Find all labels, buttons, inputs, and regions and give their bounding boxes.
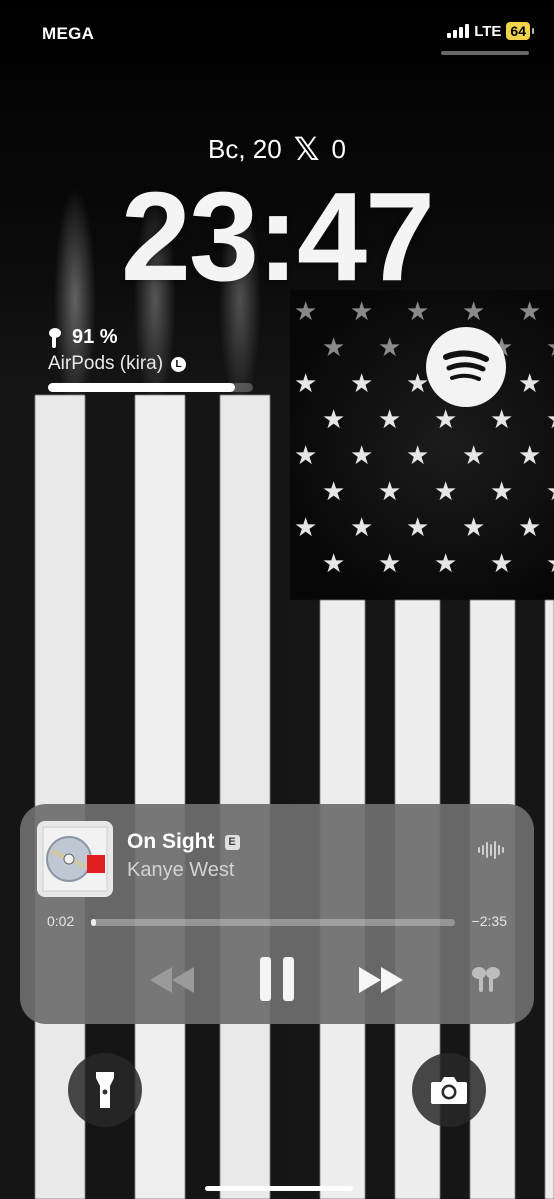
- song-title-row: On Sight E: [127, 830, 240, 854]
- flag-star: ★: [546, 334, 554, 360]
- playback-progress-fill: [91, 919, 96, 926]
- flag-star: ★: [406, 512, 430, 542]
- elapsed-time: 0:02: [47, 913, 75, 929]
- flag-star: ★: [490, 404, 514, 434]
- date-label: Вс, 20: [208, 133, 282, 164]
- pause-icon: [260, 957, 294, 1001]
- artist-name: Kanye West: [127, 859, 235, 881]
- network-type: LTE: [474, 22, 502, 40]
- flag-star: ★: [350, 512, 374, 542]
- fast-forward-button[interactable]: [354, 962, 408, 998]
- fast-forward-icon: [359, 967, 403, 993]
- flag-star: ★: [434, 476, 458, 506]
- battery-level: 64: [506, 22, 534, 40]
- flag-star: ★: [462, 512, 486, 542]
- airpods-battery-percent: 91 %: [72, 326, 118, 348]
- flag-star: ★: [322, 332, 346, 362]
- left-earbud-badge: L: [171, 356, 187, 372]
- control-center-grabber[interactable]: [441, 51, 529, 55]
- flag-star: ★: [322, 404, 346, 434]
- audio-output-button[interactable]: [466, 962, 506, 998]
- lock-screen-clock: 23:47: [120, 166, 435, 307]
- flag-star: ★: [378, 404, 402, 434]
- date-row: Вс, 20 𝕏 0: [0, 130, 554, 168]
- flag-star: ★: [294, 368, 318, 398]
- flag-star: ★: [546, 406, 554, 432]
- waveform-icon[interactable]: [478, 841, 504, 859]
- flag-star: ★: [490, 476, 514, 506]
- home-indicator[interactable]: [205, 1186, 353, 1191]
- flag-star: ★: [378, 548, 402, 578]
- flag-star: ★: [518, 440, 542, 470]
- pause-button[interactable]: [252, 954, 302, 1004]
- flag-star: ★: [546, 478, 554, 504]
- flag-canton: ★★★★★★★★★★★★★★★★★★★★★★★★★★★★★★★★★★★★★★★★: [290, 290, 554, 600]
- flag-star: ★: [350, 368, 374, 398]
- flag-star: ★: [322, 548, 346, 578]
- airpods-battery-widget[interactable]: 91 % AirPods (kira) L: [48, 326, 258, 392]
- flag-star: ★: [546, 550, 554, 576]
- flashlight-button[interactable]: [68, 1053, 142, 1127]
- airpods-icon: [472, 967, 500, 992]
- camera-icon: [431, 1077, 467, 1104]
- airpods-battery-bar: [48, 383, 253, 392]
- album-art[interactable]: [37, 821, 113, 897]
- airpods-battery-row: 91 %: [48, 326, 258, 349]
- airpods-device-name: AirPods (kira): [48, 353, 164, 374]
- album-cover-image: [42, 826, 108, 892]
- spotify-widget[interactable]: [426, 327, 506, 407]
- flag-star: ★: [406, 440, 430, 470]
- playback-scrubber[interactable]: [91, 919, 455, 926]
- remaining-time: −2:35: [471, 913, 507, 929]
- airpods-device-row: AirPods (kira) L: [48, 353, 258, 375]
- rewind-button[interactable]: [145, 962, 199, 998]
- rewind-icon: [150, 967, 194, 993]
- cellular-signal-icon: [447, 24, 470, 38]
- flag-star: ★: [518, 512, 542, 542]
- flashlight-icon: [96, 1072, 114, 1108]
- flag-star: ★: [490, 548, 514, 578]
- airpods-battery-fill: [48, 383, 235, 392]
- explicit-badge: E: [224, 834, 240, 850]
- flag-star: ★: [434, 404, 458, 434]
- flag-star: ★: [378, 476, 402, 506]
- flag-star: ★: [378, 332, 402, 362]
- x-logo-icon: 𝕏: [293, 130, 320, 168]
- flag-stripes-left: [0, 395, 300, 1199]
- now-playing-widget[interactable]: On Sight E Kanye West 0:02 −2:35: [20, 804, 534, 1024]
- flag-star: ★: [322, 476, 346, 506]
- airpod-icon: [49, 327, 61, 348]
- camera-button[interactable]: [412, 1053, 486, 1127]
- x-notification-count: 0: [331, 133, 346, 164]
- flag-star: ★: [294, 512, 318, 542]
- flag-star: ★: [434, 548, 458, 578]
- carrier-name: MEGA: [42, 24, 95, 43]
- flag-star: ★: [294, 440, 318, 470]
- flag-star: ★: [518, 368, 542, 398]
- spotify-icon: [443, 350, 489, 381]
- status-indicators: LTE 64: [447, 22, 534, 40]
- song-title: On Sight: [127, 830, 215, 853]
- flag-star: ★: [462, 440, 486, 470]
- flag-star: ★: [350, 440, 374, 470]
